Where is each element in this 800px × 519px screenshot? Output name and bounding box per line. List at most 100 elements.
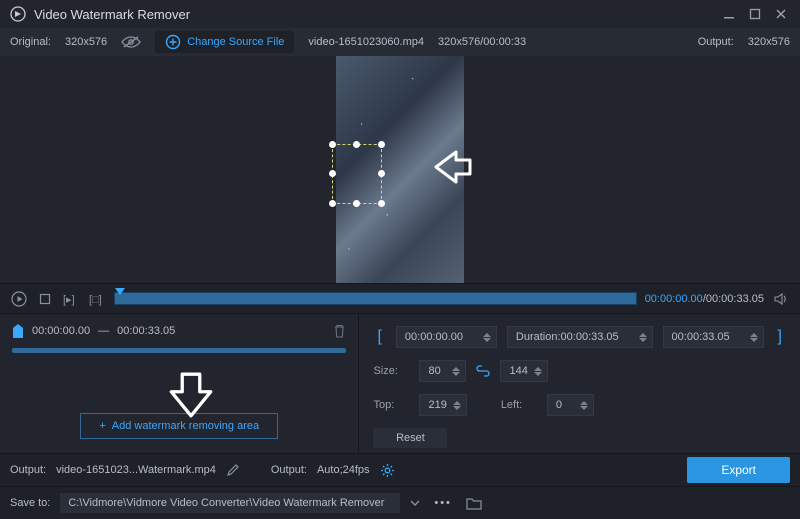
spin-down[interactable] [453,406,461,410]
output-format-label: Output: [271,464,307,476]
segment-item[interactable]: 00:00:00.00 — 00:00:33.05 [12,324,346,338]
resize-handle[interactable] [353,141,360,148]
start-time-input[interactable]: 00:00:00.00 [396,326,497,348]
spin-up[interactable] [452,367,460,371]
timeline-playhead[interactable] [115,288,125,295]
edit-filename-button[interactable] [226,464,239,477]
volume-button[interactable] [772,290,790,308]
stop-button[interactable] [36,290,54,308]
spin-up[interactable] [483,333,491,337]
segment-end: 00:00:33.05 [117,325,175,337]
svg-text:[□]: [□] [89,294,102,306]
set-end-button[interactable]: ] [774,328,786,346]
tutorial-arrow-left-icon [428,144,474,190]
spin-down[interactable] [483,338,491,342]
spin-up[interactable] [580,401,588,405]
segment-sep: — [98,325,109,337]
spin-down[interactable] [452,372,460,376]
plus-icon: + [99,420,105,432]
size-label: Size: [373,365,409,377]
resize-handle[interactable] [378,141,385,148]
close-button[interactable] [772,5,790,23]
segment-marker-icon [12,324,24,338]
source-dim-time: 320x576/00:00:33 [438,36,526,48]
delete-segment-button[interactable] [333,324,346,338]
spin-up[interactable] [750,333,758,337]
aspect-lock-button[interactable] [476,364,490,378]
spin-down[interactable] [750,338,758,342]
spin-up[interactable] [534,367,542,371]
screenshot-button[interactable]: [□] [88,290,106,308]
plus-circle-icon [165,34,181,50]
step-forward-button[interactable]: [▸] [62,290,80,308]
maximize-button[interactable] [746,5,764,23]
height-input[interactable]: 144 [500,360,547,382]
title-bar: Video Watermark Remover [0,0,800,28]
spin-down[interactable] [534,372,542,376]
playback-controls: [▸] [□] 00:00:00.00/00:00:33.05 [0,283,800,313]
duration-input[interactable]: Duration:00:00:33.05 [507,326,653,348]
path-dropdown-button[interactable] [410,498,420,508]
app-title: Video Watermark Remover [34,7,712,22]
output-dim-label: Output: [698,36,734,48]
segment-start: 00:00:00.00 [32,325,90,337]
output-filename: video-1651023...Watermark.mp4 [56,464,216,476]
source-filename: video-1651023060.mp4 [308,36,424,48]
left-label: Left: [501,399,537,411]
original-dim: 320x576 [65,36,107,48]
preview-toggle-icon[interactable] [121,35,141,49]
properties-panel: [ 00:00:00.00 Duration:00:00:33.05 00:00… [359,314,800,453]
resize-handle[interactable] [329,141,336,148]
change-source-label: Change Source File [187,36,284,48]
set-start-button[interactable]: [ [373,328,385,346]
save-path-input[interactable]: C:\Vidmore\Vidmore Video Converter\Video… [60,493,400,513]
output-dim: 320x576 [748,36,790,48]
end-time-input[interactable]: 00:00:33.05 [663,326,764,348]
spin-down[interactable] [639,338,647,342]
change-source-button[interactable]: Change Source File [155,31,294,53]
preview-area [0,56,800,283]
add-area-label: Add watermark removing area [112,420,259,432]
tutorial-arrow-down-icon [168,372,214,418]
output-bar: Output: video-1651023...Watermark.mp4 Ou… [0,453,800,486]
save-to-label: Save to: [10,497,50,509]
segment-range-bar[interactable] [12,348,346,353]
settings-panels: 00:00:00.00 — 00:00:33.05 + Add watermar… [0,313,800,453]
spin-up[interactable] [453,401,461,405]
resize-handle[interactable] [329,200,336,207]
output-format-value: Auto;24fps [317,464,370,476]
left-input[interactable]: 0 [547,394,594,416]
position-row: Top: 219 Left: 0 [373,394,786,416]
width-input[interactable]: 80 [419,360,466,382]
reset-button[interactable]: Reset [373,428,447,448]
total-time: 00:00:33.05 [706,293,764,305]
app-icon [10,6,26,22]
play-button[interactable] [10,290,28,308]
top-label: Top: [373,399,409,411]
time-range-row: [ 00:00:00.00 Duration:00:00:33.05 00:00… [373,326,786,348]
size-row: Size: 80 144 [373,360,786,382]
resize-handle[interactable] [378,170,385,177]
resize-handle[interactable] [353,200,360,207]
export-button[interactable]: Export [687,457,790,483]
spin-down[interactable] [580,406,588,410]
watermark-selection-box[interactable] [332,144,382,204]
output-settings-button[interactable] [380,463,395,478]
spin-up[interactable] [639,333,647,337]
timeline-readout: 00:00:00.00/00:00:33.05 [645,293,764,305]
timeline-track[interactable] [114,292,637,305]
original-label: Original: [10,36,51,48]
resize-handle[interactable] [329,170,336,177]
segments-panel: 00:00:00.00 — 00:00:33.05 + Add watermar… [0,314,359,453]
minimize-button[interactable] [720,5,738,23]
top-input[interactable]: 219 [419,394,466,416]
info-bar: Original: 320x576 Change Source File vid… [0,28,800,56]
open-folder-button[interactable] [466,497,482,510]
current-time: 00:00:00.00 [645,293,703,305]
reset-row: Reset [373,428,786,448]
output-file-label: Output: [10,464,46,476]
resize-handle[interactable] [378,200,385,207]
save-bar: Save to: C:\Vidmore\Vidmore Video Conver… [0,486,800,519]
svg-text:[▸]: [▸] [63,294,75,306]
browse-path-button[interactable]: ••• [430,497,456,509]
